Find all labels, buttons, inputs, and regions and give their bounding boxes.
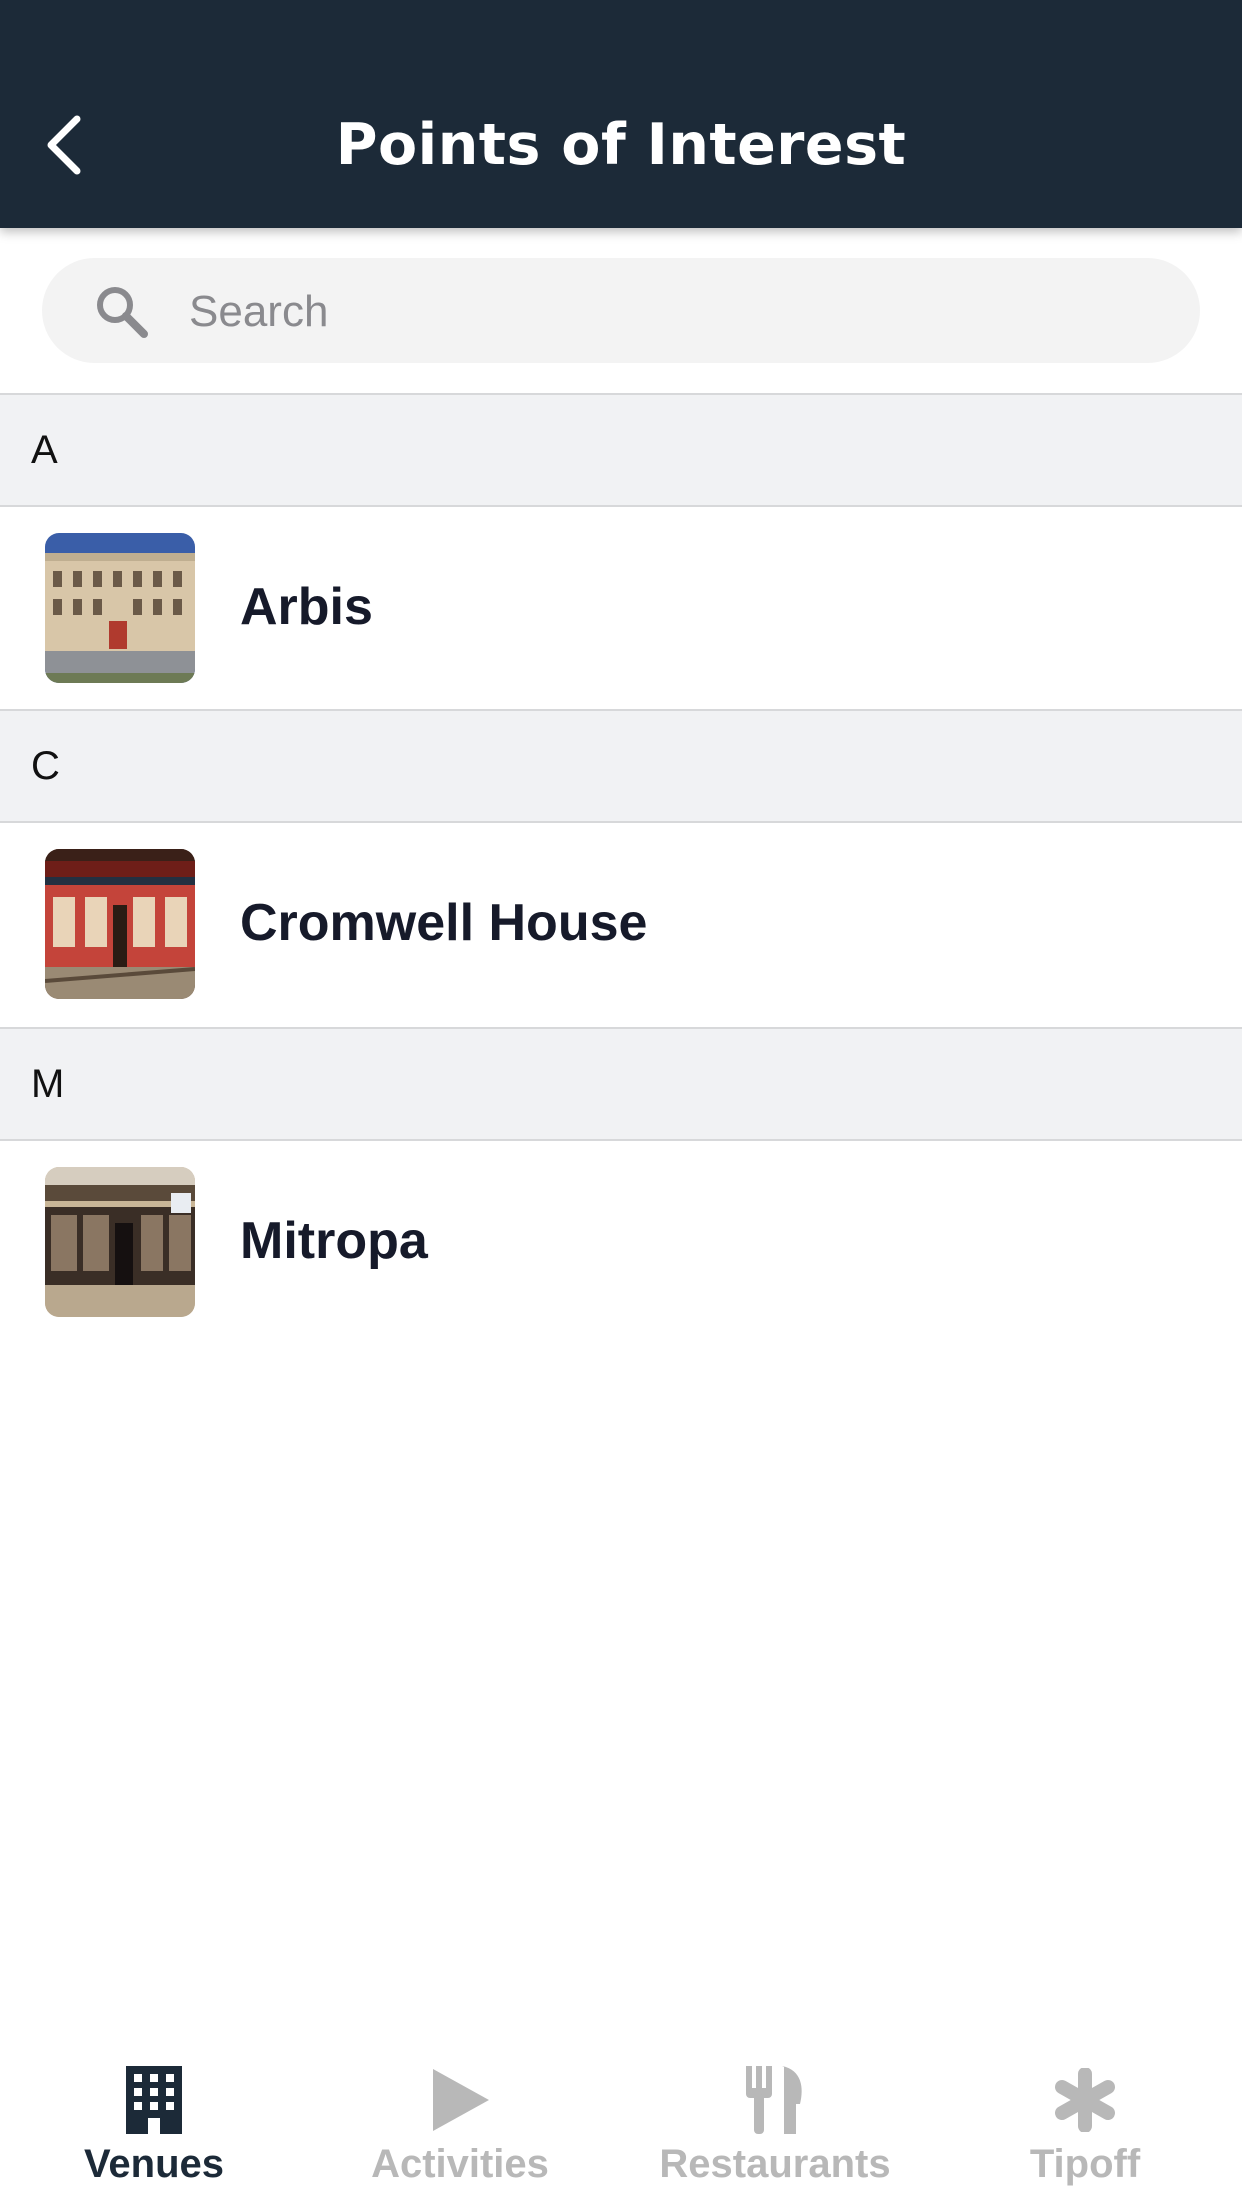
section-header-c: C <box>0 709 1242 823</box>
tab-venues[interactable]: Venues <box>44 2036 264 2208</box>
list-item-arbis[interactable]: Arbis <box>0 507 1242 707</box>
tab-restaurants[interactable]: Restaurants <box>645 2036 905 2208</box>
section-letter: A <box>31 427 58 472</box>
tab-label: Tipoff <box>1029 2142 1141 2186</box>
section-header-m: M <box>0 1027 1242 1141</box>
venue-thumbnail <box>45 533 195 683</box>
venue-name: Arbis <box>240 578 373 636</box>
list-item-cromwell-house[interactable]: Cromwell House <box>0 823 1242 1023</box>
play-icon <box>420 2060 500 2140</box>
building-icon <box>114 2060 194 2140</box>
tab-label: Restaurants <box>659 2142 891 2186</box>
section-header-a: A <box>0 393 1242 507</box>
asterisk-icon <box>1045 2060 1125 2140</box>
tab-label: Activities <box>371 2142 549 2186</box>
search-icon <box>97 287 148 338</box>
venue-name: Mitropa <box>240 1212 428 1270</box>
search-input[interactable] <box>187 258 1181 365</box>
list-item-mitropa[interactable]: Mitropa <box>0 1141 1242 1341</box>
page-title: Points of Interest <box>335 112 907 178</box>
venue-name: Cromwell House <box>240 894 648 952</box>
venue-thumbnail <box>45 1167 195 1317</box>
venue-thumbnail <box>45 849 195 999</box>
search-bar[interactable] <box>42 258 1200 365</box>
tab-bar: Venues Activities Restaurants Tipoff <box>0 2036 1242 2208</box>
navigation-bar: Points of Interest <box>0 0 1242 228</box>
section-letter: C <box>31 743 60 788</box>
tab-label: Venues <box>83 2142 225 2186</box>
fork-knife-icon <box>735 2060 815 2140</box>
tab-tipoff[interactable]: Tipoff <box>975 2036 1195 2208</box>
tab-activities[interactable]: Activities <box>350 2036 570 2208</box>
section-letter: M <box>31 1061 65 1106</box>
